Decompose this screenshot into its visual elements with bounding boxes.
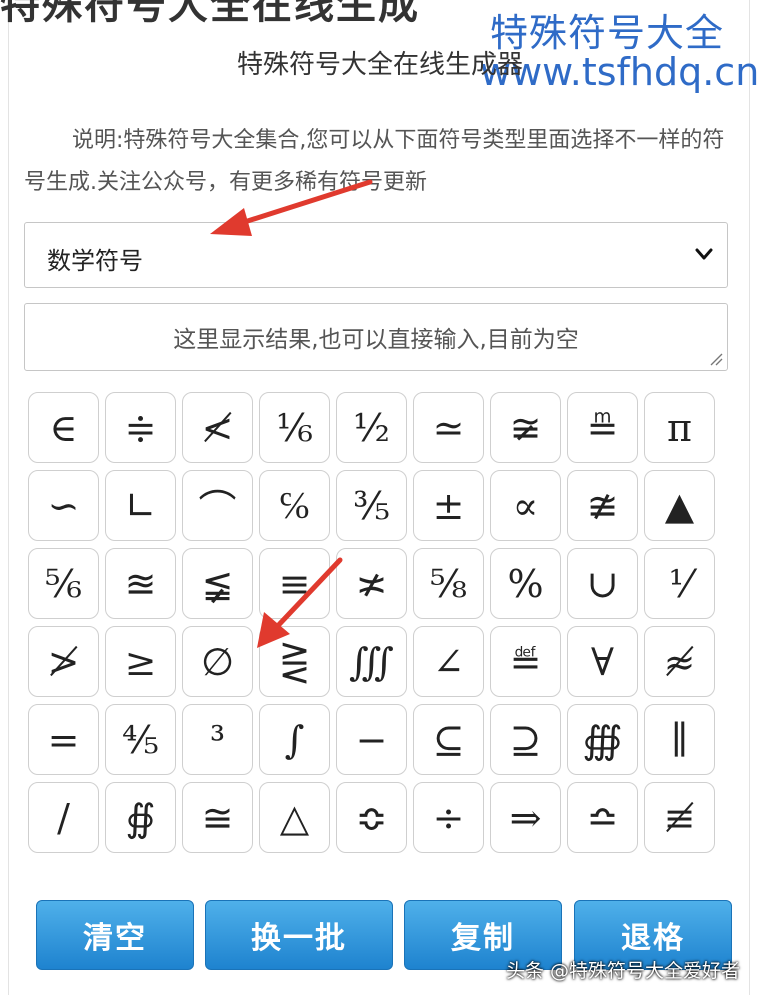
symbol-cell[interactable]: ⅝ (413, 548, 484, 619)
symbol-cell[interactable]: ∰ (567, 704, 638, 775)
symbol-cell[interactable]: ⌒ (182, 470, 253, 541)
symbol-cell[interactable]: △ (259, 782, 330, 853)
symbol-cell[interactable]: ≑ (105, 392, 176, 463)
symbol-cell[interactable]: ⊆ (413, 704, 484, 775)
symbol-cell[interactable]: ≞ (567, 392, 638, 463)
symbol-cell[interactable]: ⅚ (28, 548, 99, 619)
symbol-cell[interactable]: ⅟ (644, 548, 715, 619)
symbol-cell[interactable]: ≯ (28, 626, 99, 697)
result-placeholder: 这里显示结果,也可以直接输入,目前为空 (173, 327, 579, 353)
symbol-cell[interactable]: ∯ (105, 782, 176, 853)
symbol-cell[interactable]: ≢ (644, 782, 715, 853)
symbol-cell[interactable]: ≅ (182, 782, 253, 853)
symbol-cell[interactable]: ∟ (105, 470, 176, 541)
chevron-down-icon (695, 248, 713, 260)
symbol-cell[interactable]: ℅ (259, 470, 330, 541)
symbol-cell[interactable]: ⇒ (490, 782, 561, 853)
symbol-cell[interactable]: ∪ (567, 548, 638, 619)
symbol-cell[interactable]: ≏ (567, 782, 638, 853)
symbol-cell[interactable]: ≇ (567, 470, 638, 541)
symbol-cell[interactable]: ≨ (182, 548, 253, 619)
symbol-cell[interactable]: ≝ (490, 626, 561, 697)
symbol-cell[interactable]: ∥ (644, 704, 715, 775)
symbol-cell[interactable]: ≡ (259, 548, 330, 619)
symbol-cell[interactable]: ± (413, 470, 484, 541)
change-batch-button[interactable]: 换一批 (205, 900, 393, 970)
symbol-cell[interactable]: ∈ (28, 392, 99, 463)
symbol-cell[interactable]: ≃ (413, 392, 484, 463)
page-right-border (749, 0, 750, 995)
symbol-cell[interactable]: ∠ (413, 626, 484, 697)
symbol-cell[interactable]: ⅙ (259, 392, 330, 463)
symbol-cell[interactable]: ∫ (259, 704, 330, 775)
symbol-cell[interactable]: ≊ (105, 548, 176, 619)
symbol-cell[interactable]: ³ (182, 704, 253, 775)
symbol-cell[interactable]: ∅ (182, 626, 253, 697)
symbol-cell[interactable]: π (644, 392, 715, 463)
page-left-border (8, 0, 9, 995)
symbol-cell[interactable]: ½ (336, 392, 407, 463)
symbol-cell[interactable]: ≎ (336, 782, 407, 853)
credit-watermark: 头条 @特殊符号大全爱好者 (506, 960, 741, 982)
symbol-cell[interactable]: ⅘ (105, 704, 176, 775)
symbol-cell[interactable]: ≥ (105, 626, 176, 697)
resize-grip-icon[interactable] (709, 352, 723, 366)
symbol-cell[interactable]: ▲ (644, 470, 715, 541)
symbol-cell[interactable]: ⊇ (490, 704, 561, 775)
symbol-cell[interactable]: ≭ (336, 548, 407, 619)
symbol-cell[interactable]: ∀ (567, 626, 638, 697)
symbol-cell[interactable]: ∽ (28, 470, 99, 541)
symbol-cell[interactable]: ≆ (490, 392, 561, 463)
clear-button[interactable]: 清空 (36, 900, 194, 970)
symbol-cell[interactable]: ⅗ (336, 470, 407, 541)
category-select-value: 数学符号 (47, 247, 143, 275)
symbol-cell[interactable]: = (28, 704, 99, 775)
symbol-cell[interactable]: ÷ (413, 782, 484, 853)
symbol-cell[interactable]: − (336, 704, 407, 775)
symbol-cell[interactable]: / (28, 782, 99, 853)
symbol-cell[interactable]: % (490, 548, 561, 619)
cut-banner-text: 特殊符号大全在线生成 (0, 0, 420, 28)
symbol-cell[interactable]: ∝ (490, 470, 561, 541)
symbol-cell[interactable]: ≉ (644, 626, 715, 697)
symbol-cell[interactable]: ∭ (336, 626, 407, 697)
symbol-grid: ∈ ≑ ≮ ⅙ ½ ≃ ≆ ≞ π ∽ ∟ ⌒ ℅ ⅗ ± ∝ ≇ ▲ ⅚ ≊ ≨ ≡ ≭ ⅝% ∪ ⅟ ≯ ≥ ∅ ⋛ ∭ ∠ ≝ ∀ ≉ = ⅘ ³ ∫… (28, 392, 715, 853)
intro-text: 说明:特殊符号大全集合,您可以从下面符号类型里面选择不一样的符号生成.关注公众号… (24, 128, 725, 195)
page-title: 特殊符号大全在线生成器 (236, 50, 523, 80)
symbol-cell[interactable]: ⋛ (259, 626, 330, 697)
category-select[interactable]: 数学符号 (24, 222, 728, 288)
result-textarea[interactable]: 这里显示结果,也可以直接输入,目前为空 (24, 303, 728, 371)
symbol-cell[interactable]: ≮ (182, 392, 253, 463)
